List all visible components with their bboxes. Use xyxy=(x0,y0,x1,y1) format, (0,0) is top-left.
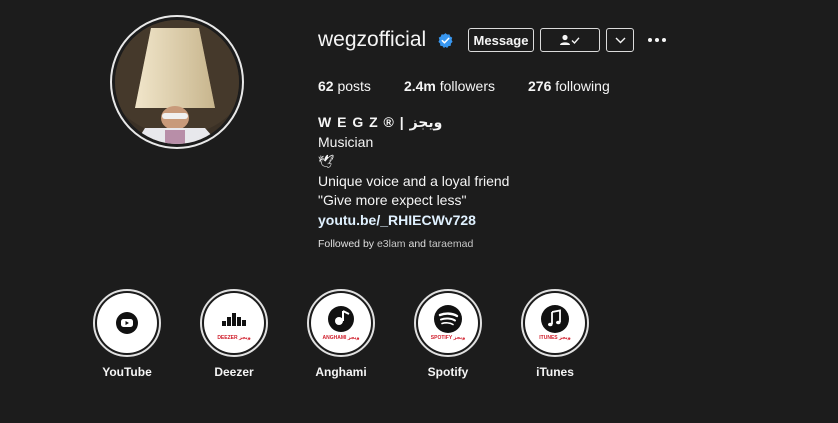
highlight-ring[interactable]: ITUNES ويجز xyxy=(521,289,589,357)
options-more-icon[interactable] xyxy=(648,38,666,42)
highlight-tag: ITUNES ويجز xyxy=(539,335,571,341)
followed-by-prefix: Followed by xyxy=(318,238,377,250)
highlight-spotify[interactable]: SPOTIFY ويجز Spotify xyxy=(414,289,521,379)
profile-bio: W E G Z ® | ويجز Musician 🕊 Unique voice… xyxy=(318,113,509,230)
followed-by-user[interactable]: taraemad xyxy=(429,238,473,250)
profile-avatar-ring[interactable] xyxy=(110,15,244,149)
stat-followers[interactable]: 2.4m followers xyxy=(404,78,495,94)
stat-following-label: following xyxy=(551,78,610,94)
highlight-label: Anghami xyxy=(315,365,367,379)
stat-posts-label: posts xyxy=(333,78,371,94)
spotify-icon xyxy=(434,305,462,333)
stat-followers-value: 2.4m xyxy=(403,78,436,94)
highlight-cover: DEEZER ويجز xyxy=(204,293,264,353)
following-button[interactable] xyxy=(540,28,600,52)
profile-username: wegzofficial xyxy=(318,28,427,51)
highlight-youtube[interactable]: YouTube xyxy=(93,289,200,379)
highlight-label: iTunes xyxy=(536,365,574,379)
profile-category: Musician xyxy=(318,133,374,150)
highlight-cover: SPOTIFY ويجز xyxy=(418,293,478,353)
highlight-label: Spotify xyxy=(427,365,469,379)
stat-following[interactable]: 276 following xyxy=(528,78,610,94)
stat-followers-label: followers xyxy=(435,78,495,94)
youtube-icon xyxy=(116,312,138,334)
chevron-down-icon xyxy=(615,37,625,43)
highlight-tag: SPOTIFY ويجز xyxy=(430,335,466,341)
bio-line-1: Unique voice and a loyal friend xyxy=(318,172,510,189)
suggested-dropdown-button[interactable] xyxy=(606,28,634,52)
highlight-tag: DEEZER ويجز xyxy=(217,335,251,341)
profile-full-name: W E G Z ® | ويجز xyxy=(318,114,443,130)
anghami-icon xyxy=(328,306,354,332)
highlight-itunes[interactable]: ITUNES ويجز iTunes xyxy=(521,289,628,379)
profile-stats: 62 posts 2.4m followers 276 following xyxy=(318,78,643,94)
highlight-ring[interactable]: DEEZER ويجز xyxy=(200,289,268,357)
stat-posts: 62 posts xyxy=(318,78,371,94)
highlight-label: Deezer xyxy=(214,365,254,379)
story-highlights: YouTube DEEZER ويجز Deezer ANGHAMI ويجز … xyxy=(93,289,628,379)
avatar-photo xyxy=(115,20,239,144)
highlight-cover: ITUNES ويجز xyxy=(525,293,585,353)
stat-following-value: 276 xyxy=(528,78,552,94)
bio-line-2: "Give more expect less" xyxy=(318,192,467,208)
highlight-cover xyxy=(97,293,157,353)
highlight-deezer[interactable]: DEEZER ويجز Deezer xyxy=(200,289,307,379)
highlight-tag: ANGHAMI ويجز xyxy=(322,335,360,341)
bio-emoji: 🕊 xyxy=(318,154,335,169)
message-button[interactable]: Message xyxy=(468,28,534,52)
itunes-icon xyxy=(541,305,569,333)
highlight-label: YouTube xyxy=(102,365,152,379)
highlight-ring[interactable]: ANGHAMI ويجز xyxy=(307,289,375,357)
stat-posts-value: 62 xyxy=(318,78,334,94)
followed-by-joiner: and xyxy=(405,238,429,250)
followed-by-user[interactable]: e3lam xyxy=(377,238,406,250)
profile-avatar xyxy=(115,20,239,144)
verified-badge-icon xyxy=(438,33,453,48)
highlight-cover: ANGHAMI ويجز xyxy=(311,293,371,353)
user-check-icon xyxy=(560,34,580,45)
highlight-ring[interactable]: SPOTIFY ويجز xyxy=(414,289,482,357)
deezer-icon xyxy=(222,313,246,326)
followed-by: Followed by e3lam and taraemad xyxy=(318,238,473,250)
bio-link[interactable]: youtu.be/_RHIECWv728 xyxy=(318,211,509,231)
highlight-anghami[interactable]: ANGHAMI ويجز Anghami xyxy=(307,289,414,379)
highlight-ring[interactable] xyxy=(93,289,161,357)
